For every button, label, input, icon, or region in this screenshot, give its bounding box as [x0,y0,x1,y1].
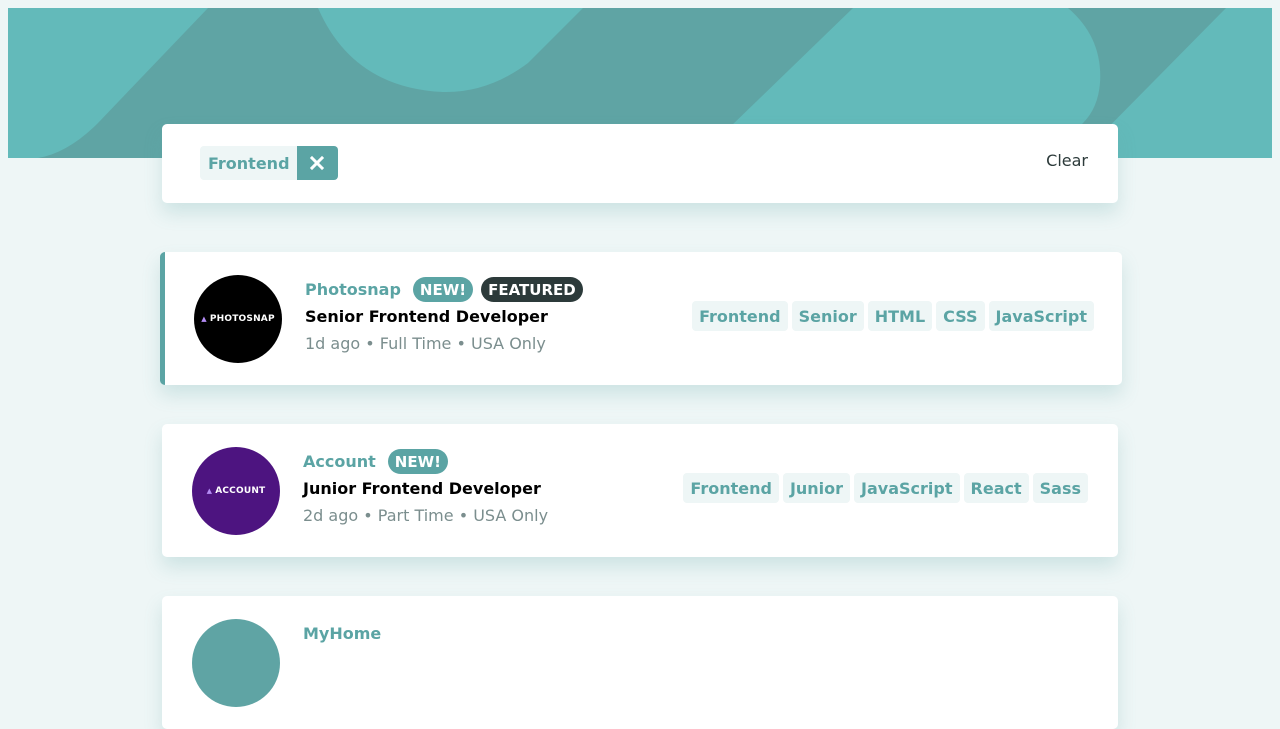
tag-button[interactable]: React [963,473,1029,503]
close-icon [310,156,325,170]
tag-button[interactable]: Junior [782,473,851,503]
company-row: MyHome [303,618,393,648]
company-name: Account [303,451,376,471]
filter-bar: Frontend Clear [162,124,1118,203]
new-badge: NEW! [412,276,474,302]
job-position[interactable]: Senior Frontend Developer [305,307,591,326]
tag-button[interactable]: Senior [791,301,864,331]
company-logo: ▲ ACCOUNT [192,447,280,535]
tag-button[interactable]: JavaScript [988,301,1094,331]
filter-chip-label: Frontend [200,146,297,180]
job-tags: Frontend Junior JavaScript React Sass [683,473,1088,503]
tag-button[interactable]: HTML [867,301,933,331]
job-meta: 2d ago • Part Time • USA Only [303,506,549,525]
logo-triangle-icon: ▲ [201,315,207,323]
logo-triangle-icon: ▲ [206,487,213,495]
filter-chip-frontend: Frontend [200,146,338,180]
featured-badge: FEATURED [481,276,583,302]
tag-button[interactable]: Frontend [683,473,779,503]
company-name: MyHome [303,623,382,643]
logo-text: ACCOUNT [215,486,266,496]
job-info: Photosnap NEW! FEATURED Senior Frontend … [305,274,591,353]
company-logo: ▲ PHOTOSNAP [194,275,282,363]
job-tags: Frontend Senior HTML CSS JavaScript [692,301,1094,331]
logo-text: PHOTOSNAP [209,314,275,324]
tag-button[interactable]: Sass [1032,473,1088,503]
tag-button[interactable]: Frontend [692,301,788,331]
job-card: ▲ ACCOUNT Account NEW! Junior Frontend D… [162,424,1118,557]
tag-button[interactable]: CSS [936,301,985,331]
clear-filters-button[interactable]: Clear [1046,151,1088,170]
job-position[interactable]: Junior Frontend Developer [303,479,548,498]
tag-button[interactable]: JavaScript [854,473,960,503]
new-badge: NEW! [387,448,448,474]
company-row: Account NEW! [303,446,548,476]
job-info: MyHome [303,618,393,648]
job-card: MyHome [162,596,1118,729]
company-logo [192,619,280,707]
company-row: Photosnap NEW! FEATURED [305,274,591,304]
remove-filter-button[interactable] [296,146,338,180]
job-card: ▲ PHOTOSNAP Photosnap NEW! FEATURED Seni… [160,252,1122,385]
company-name: Photosnap [305,279,401,299]
job-meta: 1d ago • Full Time • USA Only [305,334,546,353]
job-info: Account NEW! Junior Frontend Developer 2… [303,446,548,525]
